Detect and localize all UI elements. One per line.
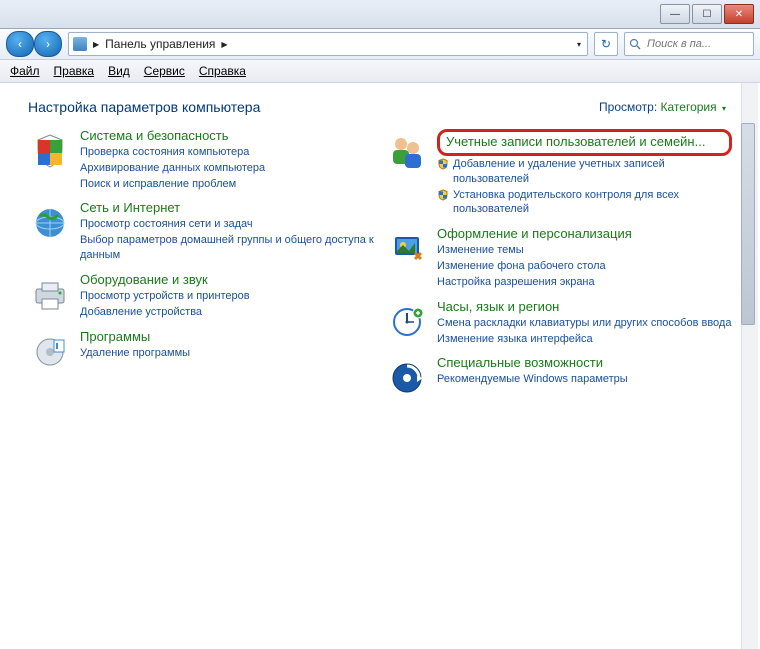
category-link[interactable]: Настройка разрешения экрана bbox=[437, 275, 632, 290]
category-link[interactable]: Добавление устройства bbox=[80, 305, 250, 320]
content-area: Настройка параметров компьютера Просмотр… bbox=[0, 83, 760, 649]
category-item: Система и безопасностьПроверка состояния… bbox=[28, 129, 375, 191]
search-icon bbox=[629, 38, 641, 50]
category-link[interactable]: Выбор параметров домашней группы и общег… bbox=[80, 233, 375, 263]
category-link[interactable]: Смена раскладки клавиатуры или других сп… bbox=[437, 316, 731, 331]
category-title[interactable]: Часы, язык и регион bbox=[437, 300, 731, 315]
scrollbar-thumb[interactable] bbox=[741, 123, 755, 325]
category-link[interactable]: Архивирование данных компьютера bbox=[80, 161, 265, 176]
refresh-button[interactable]: ↻ bbox=[594, 32, 618, 56]
titlebar: — ☐ ✕ bbox=[0, 0, 760, 29]
category-title[interactable]: Программы bbox=[80, 330, 190, 345]
category-body: Оборудование и звукПросмотр устройств и … bbox=[80, 273, 250, 320]
category-link[interactable]: Изменение фона рабочего стола bbox=[437, 259, 632, 274]
category-link[interactable]: Изменение темы bbox=[437, 243, 632, 258]
search-input[interactable] bbox=[645, 37, 739, 51]
category-columns: Система и безопасностьПроверка состояния… bbox=[28, 129, 732, 400]
category-link[interactable]: Установка родительского контроля для все… bbox=[437, 188, 732, 218]
category-icon bbox=[28, 273, 72, 317]
close-button[interactable]: ✕ bbox=[724, 4, 754, 24]
menu-bar: Файл Правка Вид Сервис Справка bbox=[0, 60, 760, 83]
category-link[interactable]: Удаление программы bbox=[80, 346, 190, 361]
right-column: Учетные записи пользователей и семейн...… bbox=[385, 129, 732, 400]
view-label: Просмотр: bbox=[599, 100, 657, 114]
category-body: Специальные возможностиРекомендуемые Win… bbox=[437, 356, 628, 400]
forward-button[interactable]: › bbox=[34, 31, 62, 57]
menu-view[interactable]: Вид bbox=[108, 64, 130, 78]
category-body: Система и безопасностьПроверка состояния… bbox=[80, 129, 265, 191]
category-item: Учетные записи пользователей и семейн...… bbox=[385, 129, 732, 217]
category-icon bbox=[385, 300, 429, 344]
header-row: Настройка параметров компьютера Просмотр… bbox=[28, 99, 732, 115]
category-item: Сеть и ИнтернетПросмотр состояния сети и… bbox=[28, 201, 375, 262]
category-link[interactable]: Рекомендуемые Windows параметры bbox=[437, 372, 628, 387]
breadcrumb[interactable]: Панель управления bbox=[105, 37, 215, 51]
menu-help[interactable]: Справка bbox=[199, 64, 246, 78]
chevron-right-icon: ▶ bbox=[221, 40, 227, 49]
menu-file[interactable]: Файл bbox=[10, 64, 40, 78]
left-column: Система и безопасностьПроверка состояния… bbox=[28, 129, 375, 400]
maximize-button[interactable]: ☐ bbox=[692, 4, 722, 24]
back-button[interactable]: ‹ bbox=[6, 31, 34, 57]
chevron-down-icon: ▾ bbox=[722, 104, 726, 113]
category-link[interactable]: Поиск и исправление проблем bbox=[80, 177, 265, 192]
category-icon bbox=[28, 330, 72, 374]
view-selector[interactable]: Просмотр: Категория ▾ bbox=[599, 100, 726, 114]
category-title[interactable]: Система и безопасность bbox=[80, 129, 265, 144]
category-icon bbox=[385, 227, 429, 271]
control-panel-icon bbox=[73, 37, 87, 51]
category-link[interactable]: Изменение языка интерфейса bbox=[437, 332, 731, 347]
category-title[interactable]: Оборудование и звук bbox=[80, 273, 250, 288]
category-link[interactable]: Просмотр состояния сети и задач bbox=[80, 217, 375, 232]
category-title[interactable]: Сеть и Интернет bbox=[80, 201, 375, 216]
category-title[interactable]: Специальные возможности bbox=[437, 356, 628, 371]
shield-icon bbox=[437, 188, 449, 201]
category-body: Оформление и персонализацияИзменение тем… bbox=[437, 227, 632, 289]
menu-edit[interactable]: Правка bbox=[54, 64, 95, 78]
category-body: Учетные записи пользователей и семейн...… bbox=[437, 129, 732, 217]
scrollbar-track[interactable] bbox=[741, 83, 758, 649]
minimize-button[interactable]: — bbox=[660, 4, 690, 24]
category-title[interactable]: Учетные записи пользователей и семейн... bbox=[446, 135, 723, 150]
search-box[interactable] bbox=[624, 32, 754, 56]
category-body: Сеть и ИнтернетПросмотр состояния сети и… bbox=[80, 201, 375, 262]
category-icon bbox=[28, 129, 72, 173]
category-item: Оборудование и звукПросмотр устройств и … bbox=[28, 273, 375, 320]
category-item: Часы, язык и регионСмена раскладки клави… bbox=[385, 300, 732, 347]
address-bar[interactable]: ▶ Панель управления ▶ ▾ bbox=[68, 32, 588, 56]
chevron-down-icon[interactable]: ▾ bbox=[577, 40, 581, 49]
category-icon bbox=[28, 201, 72, 245]
view-value[interactable]: Категория bbox=[661, 100, 717, 114]
category-icon bbox=[385, 356, 429, 400]
page-title: Настройка параметров компьютера bbox=[28, 99, 260, 115]
category-title[interactable]: Оформление и персонализация bbox=[437, 227, 632, 242]
control-panel-window: — ☐ ✕ ‹ › ▶ Панель управления ▶ ▾ ↻ Файл… bbox=[0, 0, 760, 624]
category-link[interactable]: Добавление и удаление учетных записей по… bbox=[437, 157, 732, 187]
nav-toolbar: ‹ › ▶ Панель управления ▶ ▾ ↻ bbox=[0, 29, 760, 60]
category-item: ПрограммыУдаление программы bbox=[28, 330, 375, 374]
menu-tools[interactable]: Сервис bbox=[144, 64, 185, 78]
category-link[interactable]: Просмотр устройств и принтеров bbox=[80, 289, 250, 304]
category-body: Часы, язык и регионСмена раскладки клави… bbox=[437, 300, 731, 347]
chevron-right-icon: ▶ bbox=[93, 40, 99, 49]
category-link[interactable]: Проверка состояния компьютера bbox=[80, 145, 265, 160]
highlighted-category: Учетные записи пользователей и семейн... bbox=[437, 129, 732, 156]
category-body: ПрограммыУдаление программы bbox=[80, 330, 190, 374]
category-icon bbox=[385, 129, 429, 173]
shield-icon bbox=[437, 157, 449, 170]
category-item: Оформление и персонализацияИзменение тем… bbox=[385, 227, 732, 289]
nav-buttons: ‹ › bbox=[6, 31, 62, 57]
category-item: Специальные возможностиРекомендуемые Win… bbox=[385, 356, 732, 400]
